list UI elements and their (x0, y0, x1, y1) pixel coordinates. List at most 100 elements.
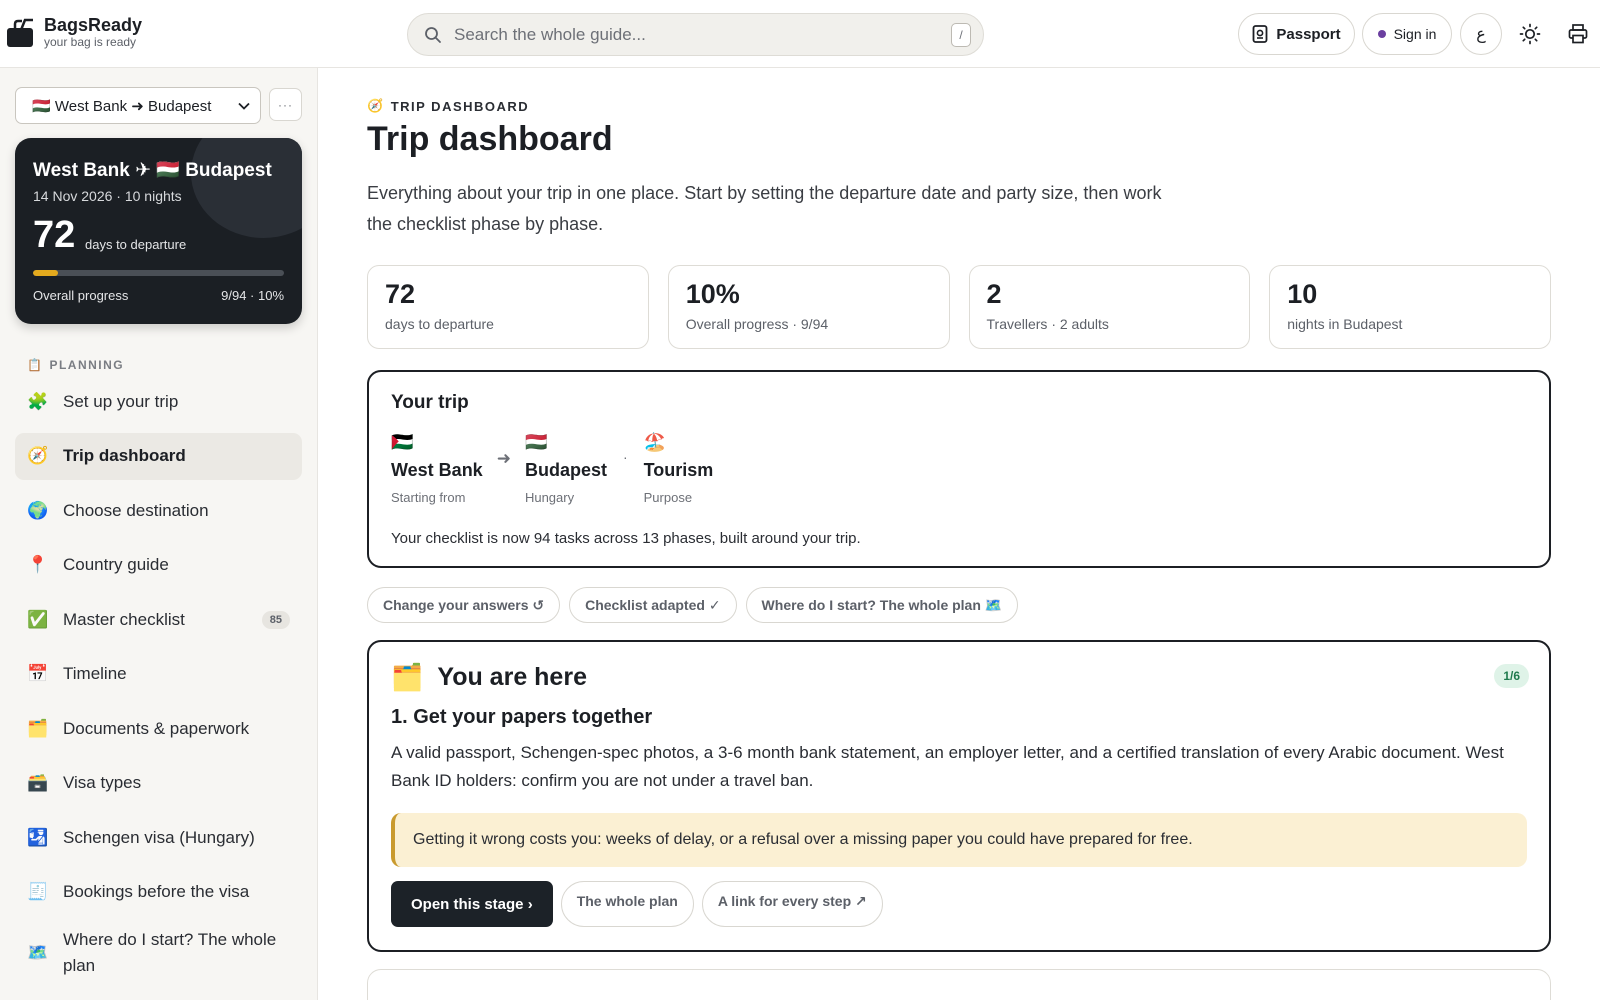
print-button[interactable] (1564, 20, 1592, 48)
page-eyebrow: 🧭 TRIP DASHBOARD (367, 98, 529, 114)
top-bar: BagsReady your bag is ready Search the w… (0, 0, 1600, 68)
stage-title: 1. Get your papers together (391, 706, 653, 728)
language-label: ع (1476, 26, 1486, 43)
clipboard-icon: 📋 (27, 358, 44, 372)
more-options-button[interactable]: ··· (269, 88, 302, 121)
passport-button[interactable]: Passport (1238, 13, 1355, 55)
trip-route: 🇵🇸 West Bank Starting from ➜ 🇭🇺 Budapest… (391, 432, 713, 505)
your-trip-card: Your trip 🇵🇸 West Bank Starting from ➜ 🇭… (367, 370, 1551, 568)
you-are-here-heading: 🗂️ You are here (391, 662, 587, 693)
sidebar-item-label: Documents & paperwork (63, 718, 250, 738)
eyebrow-text: TRIP DASHBOARD (390, 98, 530, 114)
sidebar-item-label: Master checklist (63, 609, 185, 629)
section-label-text: PLANNING (49, 358, 125, 372)
trip-card-days: 72 (33, 214, 76, 256)
sidebar-item-label: Set up your trip (63, 391, 179, 411)
trip-card-days-label: days to departure (85, 237, 187, 252)
route-destination: 🇭🇺 Budapest Hungary (525, 432, 607, 505)
sidebar-item-timeline[interactable]: 📅 Timeline (15, 651, 302, 698)
section-label-planning: 📋 PLANNING (27, 358, 124, 372)
stage-description: A valid passport, Schengen-spec photos, … (391, 743, 1504, 790)
sidebar-item-label: Trip dashboard (63, 446, 186, 465)
change-answers-chip[interactable]: Change your answers ↺ (367, 587, 561, 623)
receipt-icon: 🧾 (27, 882, 49, 901)
warning-callout: Getting it wrong costs you: weeks of del… (391, 813, 1527, 867)
search-placeholder: Search the whole guide... (454, 24, 646, 44)
you-are-here-title: You are here (437, 663, 587, 691)
theme-toggle-button[interactable] (1516, 20, 1544, 48)
brand[interactable]: BagsReady your bag is ready (6, 16, 142, 49)
open-stage-button[interactable]: Open this stage › (391, 881, 553, 927)
action-chips: Change your answers ↺ Checklist adapted … (367, 587, 1019, 623)
trip-card-date: 14 Nov 2026 · 10 nights (33, 188, 182, 204)
sidebar-item-label: Choose destination (63, 500, 209, 520)
progress-bar-fill (33, 270, 59, 276)
sidebar-item-label: Bookings before the visa (63, 882, 250, 901)
link-every-step-button[interactable]: A link for every step ↗ (701, 881, 883, 927)
sidebar-item-documents[interactable]: 🗂️ Documents & paperwork (15, 705, 302, 752)
search-input[interactable]: Search the whole guide... / (407, 13, 984, 56)
stat-value: 2 (986, 279, 1002, 309)
stat-card-progress: 10% Overall progress · 9/94 (667, 265, 950, 349)
bag-logo-icon (7, 18, 33, 47)
sidebar-item-choose-destination[interactable]: 🌍 Choose destination (15, 487, 302, 534)
sidebar-item-schengen-visa[interactable]: 🛂 Schengen visa (Hungary) (15, 814, 302, 861)
language-toggle-button[interactable]: ع (1460, 13, 1502, 55)
progress-value: 9/94 · 10% (221, 288, 284, 303)
sidebar-item-whole-plan[interactable]: 🗺️ Where do I start? The whole plan (15, 923, 302, 983)
map-icon: 🗺️ (27, 943, 49, 962)
whole-plan-chip[interactable]: Where do I start? The whole plan 🗺️ (745, 587, 1019, 623)
sidebar-item-label: Visa types (63, 773, 142, 792)
sidebar-item-master-checklist[interactable]: ✅ Master checklist 85 (15, 596, 302, 643)
passport-label: Passport (1276, 25, 1341, 43)
card-file-box-icon: 🗃️ (27, 773, 49, 792)
brand-name: BagsReady (44, 15, 143, 35)
passport-icon (1252, 25, 1268, 43)
check-icon: ✅ (27, 609, 49, 629)
printer-icon (1568, 24, 1588, 44)
sidebar-item-label: Schengen visa (Hungary) (63, 827, 255, 847)
palestine-flag-icon: 🇵🇸 (391, 432, 414, 452)
sidebar-item-label: Timeline (63, 664, 127, 683)
pin-icon: 📍 (27, 555, 49, 574)
purpose-label: Purpose (643, 490, 693, 505)
sidebar-item-trip-dashboard[interactable]: 🧭 Trip dashboard (15, 432, 302, 480)
sidebar-item-visa-types[interactable]: 🗃️ Visa types (15, 760, 302, 807)
origin-name: West Bank (391, 460, 483, 480)
arrow-right-icon: ➜ (496, 449, 511, 468)
trip-summary-card: West Bank ✈ 🇭🇺 Budapest 14 Nov 2026 · 10… (15, 138, 302, 324)
sign-in-button[interactable]: Sign in (1362, 13, 1452, 55)
stat-label: days to departure (385, 316, 494, 332)
sign-in-label: Sign in (1393, 26, 1437, 42)
puzzle-icon: 🧩 (27, 391, 49, 411)
calendar-icon: 📅 (27, 664, 49, 683)
sidebar-item-country-guide[interactable]: 📍 Country guide (15, 542, 302, 589)
count-badge: 85 (261, 610, 290, 629)
route-origin: 🇵🇸 West Bank Starting from (391, 432, 483, 505)
sidebar-item-setup[interactable]: 🧩 Set up your trip (15, 378, 302, 425)
checklist-adapted-chip[interactable]: Checklist adapted ✓ (569, 587, 737, 623)
stat-label: nights in Budapest (1287, 316, 1403, 332)
compass-icon: 🧭 (367, 98, 385, 113)
step-badge: 1/6 (1494, 664, 1529, 688)
stat-label: Overall progress · 9/94 (685, 316, 829, 332)
stat-value: 72 (385, 279, 416, 309)
next-section-card (367, 969, 1551, 1000)
sidebar-item-bookings[interactable]: 🧾 Bookings before the visa (15, 869, 302, 916)
separator-dot: · (622, 449, 628, 465)
main-content: 🧭 TRIP DASHBOARD Trip dashboard Everythi… (319, 68, 1600, 1000)
trip-card-title: West Bank ✈ 🇭🇺 Budapest (33, 160, 272, 181)
stat-value: 10% (685, 279, 740, 309)
you-are-here-card: 🗂️ You are here 1/6 1. Get your papers t… (367, 640, 1551, 952)
search-icon (425, 26, 441, 43)
purpose-name: Tourism (643, 460, 714, 480)
origin-label: Starting from (391, 490, 466, 505)
whole-plan-button[interactable]: The whole plan (560, 881, 694, 927)
sidebar-item-label: Where do I start? The whole plan (63, 930, 277, 975)
sidebar: 🇭🇺 West Bank ➜ Budapest ··· West Bank ✈ … (0, 68, 318, 1000)
beach-umbrella-icon: 🏖️ (643, 432, 667, 452)
page-title: Trip dashboard (367, 120, 613, 158)
trip-select[interactable]: 🇭🇺 West Bank ➜ Budapest (15, 87, 261, 124)
stats-row: 72 days to departure 10% Overall progres… (367, 265, 1551, 349)
chevron-down-icon (238, 102, 250, 110)
